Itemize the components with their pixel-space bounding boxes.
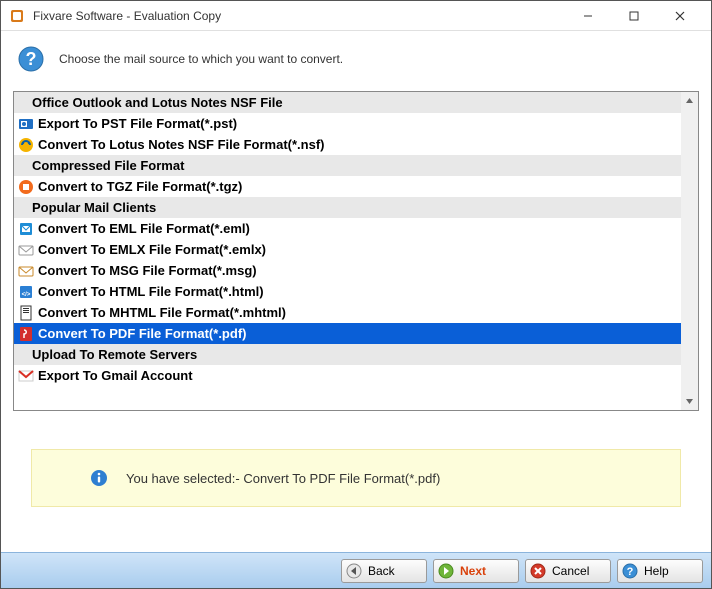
list-item-label: Convert To MSG File Format(*.msg) [38, 263, 257, 278]
selection-status-box: You have selected:- Convert To PDF File … [31, 449, 681, 507]
list-item-label: Convert To EML File Format(*.eml) [38, 221, 250, 236]
nsf-icon [18, 137, 34, 153]
list-item-label: Export To Gmail Account [38, 368, 193, 383]
scroll-down-button[interactable] [681, 393, 698, 410]
question-icon: ? [17, 45, 45, 73]
list-item[interactable]: Convert To MSG File Format(*.msg) [14, 260, 681, 281]
pdf-icon [18, 326, 34, 342]
cancel-label: Cancel [552, 564, 589, 578]
tgz-icon [18, 179, 34, 195]
html-icon: </> [18, 284, 34, 300]
list-group-header: Compressed File Format [14, 155, 681, 176]
info-icon [90, 469, 108, 487]
format-list-container: Office Outlook and Lotus Notes NSF File E… [13, 91, 699, 411]
svg-text:</>: </> [22, 292, 31, 298]
titlebar: Fixvare Software - Evaluation Copy [1, 1, 711, 31]
back-button[interactable]: Back [341, 559, 427, 583]
scroll-up-button[interactable] [681, 92, 698, 109]
back-label: Back [368, 564, 395, 578]
eml-icon [18, 221, 34, 237]
list-item-label: Export To PST File Format(*.pst) [38, 116, 237, 131]
cancel-button[interactable]: Cancel [525, 559, 611, 583]
minimize-button[interactable] [565, 1, 611, 31]
list-item[interactable]: Export To Gmail Account [14, 365, 681, 386]
svg-text:?: ? [26, 49, 37, 69]
next-icon [438, 563, 454, 579]
list-item-label: Convert to TGZ File Format(*.tgz) [38, 179, 242, 194]
scrollbar[interactable] [681, 92, 698, 410]
list-group-header: Popular Mail Clients [14, 197, 681, 218]
help-label: Help [644, 564, 669, 578]
list-item[interactable]: Convert To Lotus Notes NSF File Format(*… [14, 134, 681, 155]
list-group-header: Office Outlook and Lotus Notes NSF File [14, 92, 681, 113]
app-window: Fixvare Software - Evaluation Copy ? Cho… [0, 0, 712, 589]
svg-text:?: ? [627, 566, 634, 578]
scroll-thumb[interactable] [682, 109, 697, 393]
next-button[interactable]: Next [433, 559, 519, 583]
list-item[interactable]: </> Convert To HTML File Format(*.html) [14, 281, 681, 302]
list-item-label: Convert To MHTML File Format(*.mhtml) [38, 305, 286, 320]
gmail-icon [18, 368, 34, 384]
format-list[interactable]: Office Outlook and Lotus Notes NSF File E… [14, 92, 681, 410]
list-item-label: Convert To PDF File Format(*.pdf) [38, 326, 246, 341]
button-bar: Back Next Cancel ? Help [1, 552, 711, 588]
list-item[interactable]: Export To PST File Format(*.pst) [14, 113, 681, 134]
window-title: Fixvare Software - Evaluation Copy [33, 9, 565, 23]
msg-icon [18, 263, 34, 279]
list-item[interactable]: Convert To PDF File Format(*.pdf) [14, 323, 681, 344]
help-icon: ? [622, 563, 638, 579]
close-button[interactable] [657, 1, 703, 31]
mhtml-icon [18, 305, 34, 321]
app-icon [9, 8, 25, 24]
selection-status-text: You have selected:- Convert To PDF File … [126, 471, 440, 486]
next-label: Next [460, 564, 486, 578]
emlx-icon [18, 242, 34, 258]
help-button[interactable]: ? Help [617, 559, 703, 583]
back-icon [346, 563, 362, 579]
instruction-header: ? Choose the mail source to which you wa… [1, 31, 711, 91]
instruction-text: Choose the mail source to which you want… [59, 52, 343, 66]
list-item-label: Convert To Lotus Notes NSF File Format(*… [38, 137, 325, 152]
list-item[interactable]: Convert To EMLX File Format(*.emlx) [14, 239, 681, 260]
list-group-header: Upload To Remote Servers [14, 344, 681, 365]
list-item[interactable]: Convert To EML File Format(*.eml) [14, 218, 681, 239]
cancel-icon [530, 563, 546, 579]
list-item-label: Convert To EMLX File Format(*.emlx) [38, 242, 266, 257]
outlook-icon [18, 116, 34, 132]
list-item-label: Convert To HTML File Format(*.html) [38, 284, 264, 299]
list-item[interactable]: Convert To MHTML File Format(*.mhtml) [14, 302, 681, 323]
maximize-button[interactable] [611, 1, 657, 31]
list-item[interactable]: Convert to TGZ File Format(*.tgz) [14, 176, 681, 197]
